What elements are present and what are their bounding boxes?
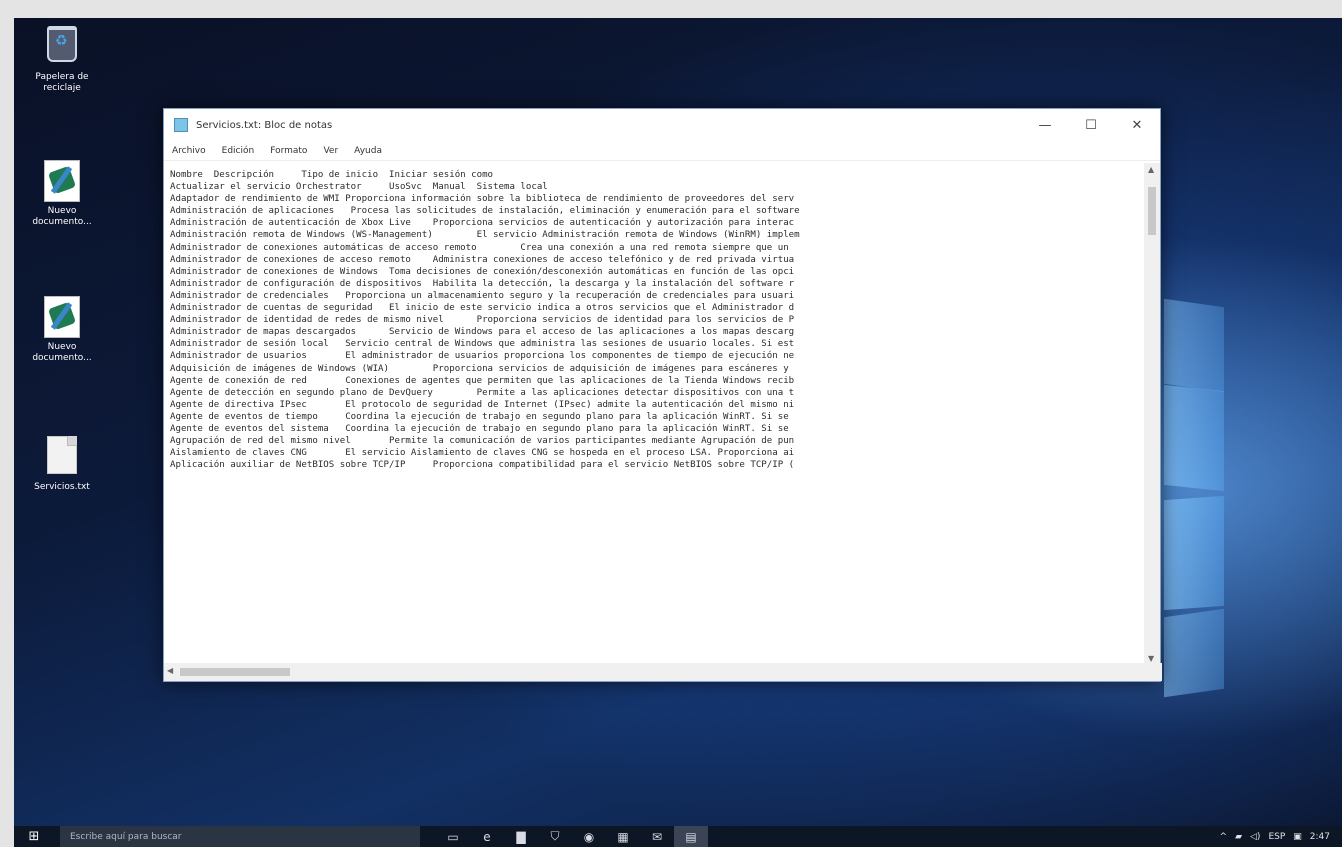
text-line: Administrador de sesión local Servicio c… <box>170 339 795 350</box>
text-line: Administrador de cuentas de seguridad El… <box>170 303 795 314</box>
scroll-up-arrow-icon[interactable]: ▲ <box>1148 165 1154 174</box>
close-button[interactable]: ✕ <box>1114 109 1160 141</box>
text-line: Nombre Descripción Tipo de inicio Inicia… <box>170 170 494 180</box>
menu-edicion[interactable]: Edición <box>222 146 255 156</box>
edge-icon[interactable]: e <box>470 826 504 847</box>
text-line: Administrador de conexiones de Windows T… <box>170 266 795 277</box>
taskbar-search-box[interactable]: Escribe aquí para buscar <box>60 826 420 847</box>
scroll-down-arrow-icon[interactable]: ▼ <box>1148 654 1154 663</box>
volume-icon[interactable]: ◁) <box>1250 832 1260 842</box>
title-bar[interactable]: Servicios.txt: Bloc de notas — ☐ ✕ <box>164 109 1160 141</box>
photo-frame: Papelera de reciclaje Nuevo documento...… <box>0 0 1342 847</box>
desktop-icon-servicios-txt[interactable]: Servicios.txt <box>20 436 104 493</box>
desktop-icon-recycle-bin[interactable]: Papelera de reciclaje <box>20 26 104 94</box>
chrome-icon[interactable]: ◉ <box>572 826 606 847</box>
notepad-window: Servicios.txt: Bloc de notas — ☐ ✕ Archi… <box>163 108 1162 682</box>
text-line: Administrador de conexiones automáticas … <box>170 242 789 253</box>
start-button[interactable]: ⊞ <box>14 826 54 847</box>
menu-ayuda[interactable]: Ayuda <box>354 146 382 156</box>
network-icon[interactable]: ▰ <box>1235 832 1242 842</box>
text-line: Administrador de conexiones de acceso re… <box>170 254 795 265</box>
text-line: Aplicación auxiliar de NetBIOS sobre TCP… <box>170 460 795 471</box>
desktop-icon-label: Nuevo documento... <box>32 206 92 227</box>
calculator-icon[interactable]: ▦ <box>606 826 640 847</box>
desktop-icon-document-1[interactable]: Nuevo documento... <box>20 160 104 228</box>
vertical-scroll-thumb[interactable] <box>1148 187 1156 235</box>
windows-logo-panel <box>1164 495 1224 611</box>
file-explorer-icon[interactable]: ▇ <box>504 826 538 847</box>
document-icon <box>44 296 80 338</box>
mail-icon[interactable]: ✉ <box>640 826 674 847</box>
menu-bar: Archivo Edición Formato Ver Ayuda <box>164 141 1160 161</box>
desktop-icon-label: Servicios.txt <box>34 482 90 492</box>
text-line: Aislamiento de claves CNG El servicio Ai… <box>170 448 795 459</box>
text-editor-area[interactable]: Nombre Descripción Tipo de inicio Inicia… <box>164 163 1144 665</box>
desktop-icon-label: Papelera de reciclaje <box>35 72 89 93</box>
notifications-icon[interactable]: ▣ <box>1293 832 1302 842</box>
text-line: Actualizar el servicio Orchestrator UsoS… <box>170 182 548 193</box>
language-indicator[interactable]: ESP <box>1268 832 1285 842</box>
text-line: Administración de autenticación de Xbox … <box>170 218 795 229</box>
text-line: Administrador de usuarios El administrad… <box>170 351 795 362</box>
taskbar-pinned-apps: ▭ e ▇ ⛉ ◉ ▦ ✉ ▤ <box>436 826 708 847</box>
notepad-icon[interactable]: ▤ <box>674 826 708 847</box>
text-line: Administrador de identidad de redes de m… <box>170 315 795 326</box>
tray-chevron-icon[interactable]: ^ <box>1220 832 1228 842</box>
clock[interactable]: 2:47 <box>1310 832 1330 842</box>
menu-formato[interactable]: Formato <box>270 146 307 156</box>
text-file-icon <box>44 436 80 476</box>
menu-archivo[interactable]: Archivo <box>172 146 206 156</box>
task-view-icon[interactable]: ▭ <box>436 826 470 847</box>
menu-ver[interactable]: Ver <box>323 146 338 156</box>
scroll-left-arrow-icon[interactable]: ◀ <box>167 666 173 675</box>
desktop-icon-label: Nuevo documento... <box>32 342 92 363</box>
recycle-bin-icon <box>44 26 80 66</box>
windows-logo-panel <box>1164 608 1224 698</box>
desktop-icon-document-2[interactable]: Nuevo documento... <box>20 296 104 364</box>
text-line: Agente de eventos de tiempo Coordina la … <box>170 411 789 422</box>
vertical-scrollbar[interactable]: ▲ ▼ <box>1144 163 1160 665</box>
window-title: Servicios.txt: Bloc de notas <box>196 119 333 131</box>
horizontal-scrollbar[interactable]: ◀ <box>164 663 1162 681</box>
store-icon[interactable]: ⛉ <box>538 826 572 847</box>
text-line: Agente de detección en segundo plano de … <box>170 387 795 398</box>
text-line: Administrador de configuración de dispos… <box>170 278 795 289</box>
taskbar: ⊞ Escribe aquí para buscar ▭ e ▇ ⛉ ◉ ▦ ✉… <box>14 826 1342 847</box>
notepad-app-icon <box>174 118 188 132</box>
text-line: Agente de directiva IPsec El protocolo d… <box>170 399 795 410</box>
text-line: Agrupación de red del mismo nivel Permit… <box>170 436 795 447</box>
text-line: Agente de conexión de red Conexiones de … <box>170 375 795 386</box>
text-line: Administrador de mapas descargados Servi… <box>170 327 795 338</box>
system-tray: ^ ▰ ◁) ESP ▣ 2:47 <box>1212 832 1342 842</box>
windows-logo-panel <box>1164 298 1224 393</box>
text-line: Adaptador de rendimiento de WMI Proporci… <box>170 194 795 205</box>
text-line: Adquisición de imágenes de Windows (WIA)… <box>170 363 789 374</box>
text-line: Administración remota de Windows (WS-Man… <box>170 230 800 241</box>
maximize-button[interactable]: ☐ <box>1068 109 1114 141</box>
horizontal-scroll-thumb[interactable] <box>180 668 290 676</box>
text-line: Administración de aplicaciones Procesa l… <box>170 206 800 217</box>
text-line: Agente de eventos del sistema Coordina l… <box>170 423 789 434</box>
document-icon <box>44 160 80 202</box>
windows-logo-panel <box>1164 384 1224 492</box>
minimize-button[interactable]: — <box>1022 109 1068 141</box>
text-line: Administrador de credenciales Proporcion… <box>170 290 795 301</box>
